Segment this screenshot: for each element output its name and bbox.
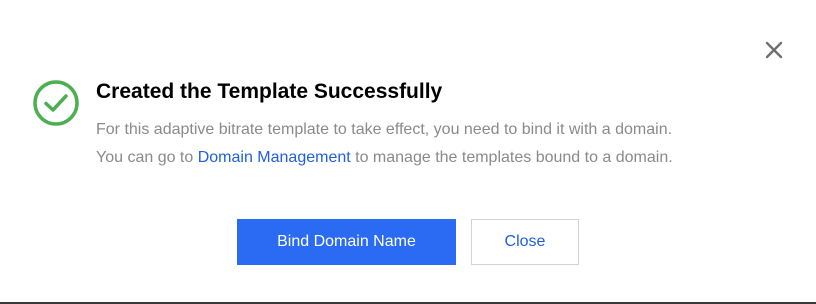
dialog-description-line2: You can go to Domain Management to manag… [96, 149, 673, 167]
description-suffix: to manage the templates bound to a domai… [350, 149, 673, 166]
description-prefix: You can go to [96, 149, 198, 166]
bind-domain-name-button[interactable]: Bind Domain Name [237, 219, 456, 265]
close-button[interactable]: Close [471, 219, 579, 265]
dialog-description-line1: For this adaptive bitrate template to ta… [96, 121, 673, 138]
domain-management-link[interactable]: Domain Management [198, 149, 351, 166]
success-dialog: Created the Template Successfully For th… [0, 0, 816, 304]
dialog-title: Created the Template Successfully [96, 80, 443, 103]
check-circle-icon [33, 80, 79, 126]
close-icon[interactable] [762, 38, 786, 62]
